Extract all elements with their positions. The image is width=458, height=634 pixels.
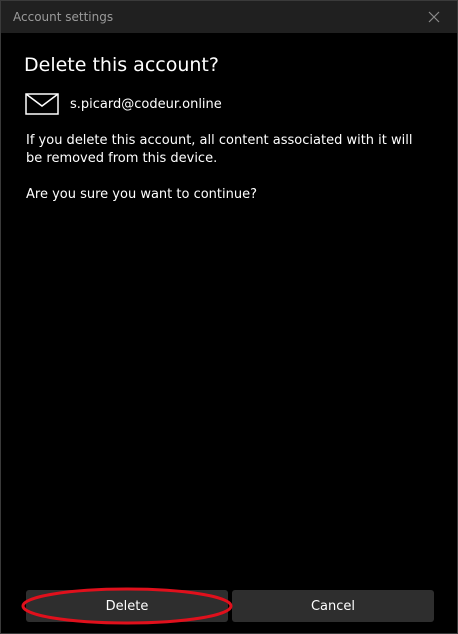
account-row: s.picard@codeur.online — [25, 93, 222, 115]
account-email: s.picard@codeur.online — [70, 96, 222, 112]
account-settings-window: Account settings Delete this account? s.… — [0, 0, 458, 634]
confirm-question: Are you sure you want to continue? — [26, 187, 257, 202]
dialog-title: Delete this account? — [24, 54, 219, 76]
cancel-button[interactable]: Cancel — [232, 590, 434, 622]
title-bar: Account settings — [1, 1, 457, 33]
warning-message: If you delete this account, all content … — [26, 133, 413, 166]
mail-icon — [25, 93, 59, 115]
close-icon — [428, 11, 440, 23]
delete-button[interactable]: Delete — [26, 590, 228, 622]
window-title: Account settings — [13, 10, 114, 24]
close-button[interactable] — [411, 1, 457, 33]
